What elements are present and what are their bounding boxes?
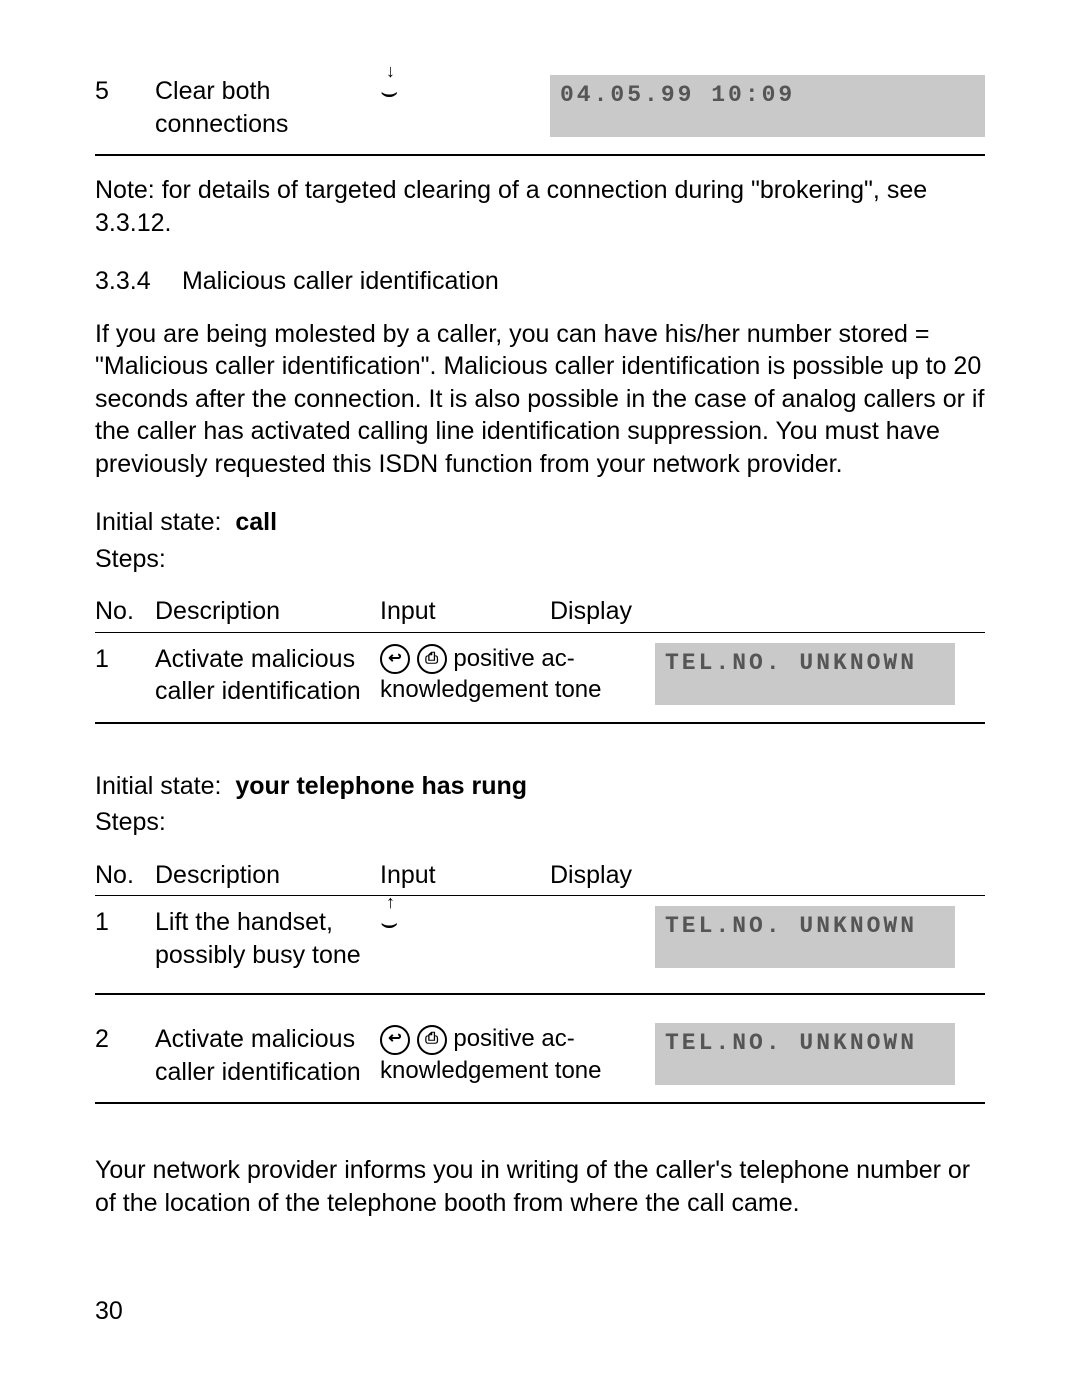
initial-state-value: call [235,508,277,536]
recall-icon: ↩ [380,1025,410,1055]
step-description: Lift the handset, possibly busy tone [155,906,380,971]
col-display-header: Display [550,859,985,892]
step-no: 2 [95,1023,155,1056]
step-description: Activate malicious caller identification [155,1023,380,1088]
step-description: Activate malicious caller identification [155,643,380,708]
step-input: ↓⌣ [380,75,550,108]
step-no: 5 [95,75,155,108]
col-desc-header: Description [155,595,380,628]
col-desc-header: Description [155,859,380,892]
table-row: 1 Lift the handset, possibly busy tone ↑… [95,896,985,971]
initial-state-value: your telephone has rung [235,772,527,800]
intro-paragraph: If you are being molested by a caller, y… [95,318,985,481]
divider [95,993,985,995]
step-input: ↩ ⎙ positive ac- knowledgement tone [380,643,655,706]
table-row: 2 Activate malicious caller identificati… [95,1013,985,1088]
initial-state-label: Initial state: [95,772,221,800]
table-header: No. Description Input Display [95,859,985,897]
memory-icon: ⎙ [417,644,447,674]
section-title: Malicious caller identification [182,267,499,295]
step-no: 1 [95,643,155,676]
table-header: No. Description Input Display [95,595,985,633]
initial-state-label: Initial state: [95,508,221,536]
input-text: positive ac- knowledgement tone [380,645,601,704]
lcd-display: TEL.NO. UNKNOWN [655,906,955,968]
input-text: positive ac- knowledgement tone [380,1025,601,1084]
steps-label: Steps: [95,543,985,576]
col-no-header: No. [95,859,155,892]
initial-state-row: Initial state: your telephone has rung [95,770,985,803]
section-number: 3.3.4 [95,265,175,298]
step-input: ↩ ⎙ positive ac- knowledgement tone [380,1023,655,1086]
step-display: TEL.NO. UNKNOWN [655,643,955,705]
initial-state-row: Initial state: call [95,506,985,539]
step-display: TEL.NO. UNKNOWN [655,1023,955,1085]
handset-down-icon: ↓⌣ [380,78,398,106]
footer-paragraph: Your network provider informs you in wri… [95,1154,985,1219]
step-input: ↑⌣ [380,906,655,939]
page-number: 30 [95,1295,123,1328]
step-description: Clear both connections [155,75,380,140]
lcd-display: 04.05.99 10:09 [550,75,985,137]
step-no: 1 [95,906,155,939]
lcd-display: TEL.NO. UNKNOWN [655,643,955,705]
top-continuation-row: 5 Clear both connections ↓⌣ 04.05.99 10:… [95,65,985,140]
col-display-header: Display [550,595,985,628]
col-input-header: Input [380,859,550,892]
step-display: TEL.NO. UNKNOWN [655,906,955,968]
col-no-header: No. [95,595,155,628]
divider [95,1102,985,1104]
handset-up-icon: ↑⌣ [380,909,398,937]
section-heading: 3.3.4 Malicious caller identification [95,265,985,298]
divider [95,154,985,156]
memory-icon: ⎙ [417,1025,447,1055]
lcd-display: TEL.NO. UNKNOWN [655,1023,955,1085]
recall-icon: ↩ [380,644,410,674]
col-input-header: Input [380,595,550,628]
note-paragraph: Note: for details of targeted clearing o… [95,174,985,239]
table-row: 1 Activate malicious caller identificati… [95,633,985,708]
steps-label: Steps: [95,806,985,839]
step-display: 04.05.99 10:09 [550,75,985,137]
divider [95,722,985,724]
